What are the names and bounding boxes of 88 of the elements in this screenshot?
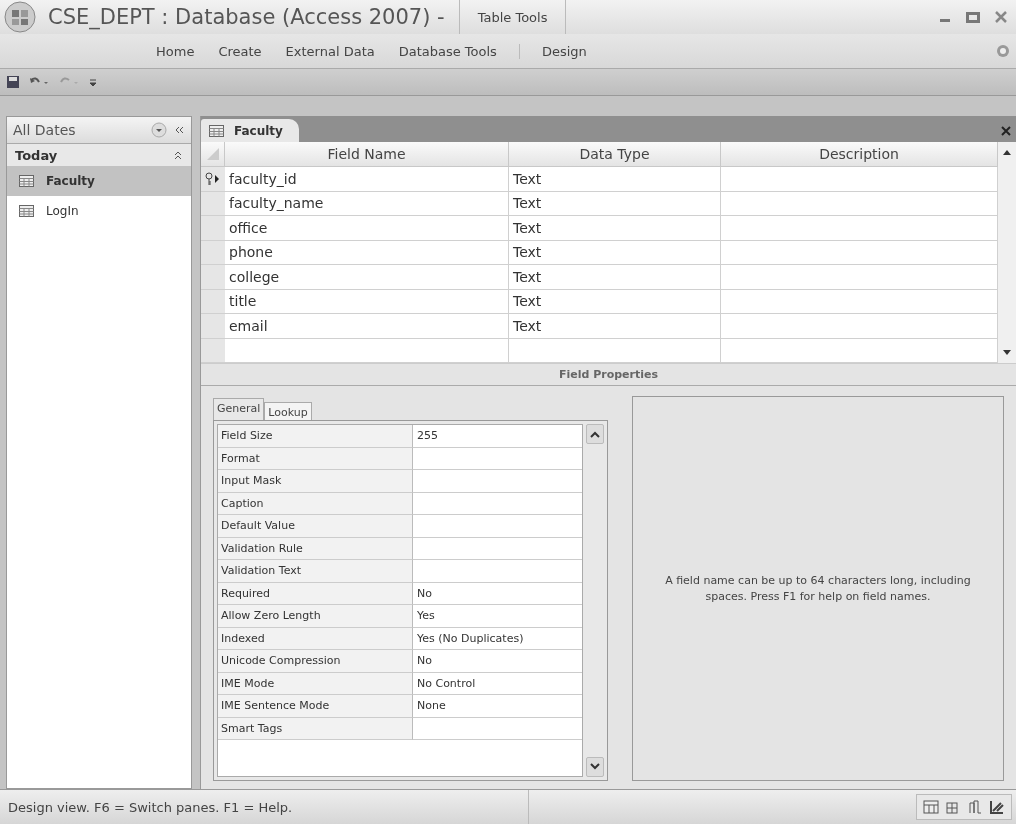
column-header: Description	[721, 142, 998, 167]
help-text: A field name can be up to 64 characters long, including spaces. Press F1 for help on field names.	[664, 573, 972, 604]
field-name-cell[interactable]: faculty_id	[225, 167, 509, 192]
description-cell[interactable]	[721, 289, 998, 314]
dropdown-icon[interactable]	[151, 122, 167, 138]
ribbon-tab[interactable]: Create	[206, 43, 274, 59]
description-cell[interactable]	[721, 240, 998, 265]
field-name-cell[interactable]: faculty_name	[225, 191, 509, 216]
description-cell[interactable]	[721, 265, 998, 290]
description-cell[interactable]	[721, 314, 998, 339]
up-chevron-icon	[590, 430, 600, 438]
property-name: Default Value	[218, 515, 413, 538]
design-view-icon[interactable]	[989, 799, 1005, 815]
nav-group-header[interactable]: Today	[7, 144, 191, 166]
data-type-cell[interactable]: Text	[509, 167, 721, 192]
property-name: Indexed	[218, 627, 413, 650]
ribbon-tab[interactable]: Design	[518, 43, 609, 59]
field-name-cell[interactable]: college	[225, 265, 509, 290]
property-value-field[interactable]: Yes	[413, 605, 582, 628]
property-name: Format	[218, 447, 413, 470]
select-all-icon	[206, 148, 219, 160]
section-title: Field Properties	[201, 363, 1016, 386]
column-header: Data Type	[509, 142, 721, 167]
property-value-field[interactable]: Yes (No Duplicates)	[413, 627, 582, 650]
data-type-cell[interactable]: Text	[509, 191, 721, 216]
property-value-field[interactable]: 255	[413, 425, 582, 448]
window-title: CSE_DEPT : Database (Access 2007) -	[48, 5, 445, 29]
property-value-field[interactable]: No	[413, 582, 582, 605]
datasheet-view-icon[interactable]	[923, 799, 939, 815]
field-name-cell[interactable]: title	[225, 289, 509, 314]
property-value-field[interactable]: None	[413, 695, 582, 718]
field-name-cell[interactable]: email	[225, 314, 509, 339]
data-type-cell[interactable]: Text	[509, 314, 721, 339]
ribbon-tab[interactable]: Database Tools	[386, 43, 509, 59]
pivot-table-icon[interactable]	[945, 799, 961, 815]
property-name: Input Mask	[218, 470, 413, 493]
scrollbar[interactable]	[998, 142, 1016, 363]
table-icon	[19, 205, 34, 217]
description-cell[interactable]	[721, 191, 998, 216]
property-name: IME Sentence Mode	[218, 695, 413, 718]
key-arrow-icon	[205, 171, 221, 186]
scroll-up-icon	[1002, 148, 1012, 156]
nav-item[interactable]: LogIn	[7, 196, 191, 226]
properties-tab[interactable]: General	[213, 398, 265, 420]
row-selector[interactable]	[201, 167, 225, 192]
scroll-down-icon	[1002, 349, 1012, 357]
field-name-cell[interactable]: office	[225, 216, 509, 241]
pivot-chart-icon[interactable]	[967, 799, 983, 815]
nav-group-label: Today	[15, 147, 58, 163]
ribbon-tab[interactable]: Home	[144, 43, 207, 59]
property-name: Caption	[218, 492, 413, 515]
property-name: Unicode Compression	[218, 650, 413, 673]
chevron-icon[interactable]	[173, 149, 183, 161]
properties-tab[interactable]: Lookup	[264, 402, 312, 420]
field-name-cell[interactable]: phone	[225, 240, 509, 265]
empty-cell[interactable]	[721, 338, 998, 363]
column-header: Field Name	[225, 142, 509, 167]
description-cell[interactable]	[721, 216, 998, 241]
property-name: Validation Text	[218, 560, 413, 583]
nav-pane-title: All Dates	[13, 122, 77, 138]
data-type-cell[interactable]: Text	[509, 265, 721, 290]
data-type-cell[interactable]: Text	[509, 240, 721, 265]
property-name: Field Size	[218, 425, 413, 448]
description-cell[interactable]	[721, 167, 998, 192]
down-chevron-icon	[590, 763, 600, 771]
maximize-icon[interactable]	[966, 10, 980, 24]
property-name: Required	[218, 582, 413, 605]
property-value-field[interactable]: No Control	[413, 672, 582, 695]
save-icon[interactable]	[6, 75, 20, 89]
empty-cell[interactable]	[509, 338, 721, 363]
scroll-up-button[interactable]	[586, 424, 604, 444]
table-icon	[209, 124, 224, 137]
document-tab[interactable]: Faculty	[201, 119, 299, 142]
data-type-cell[interactable]: Text	[509, 289, 721, 314]
nav-item[interactable]: Faculty	[7, 166, 191, 196]
property-name: Allow Zero Length	[218, 605, 413, 628]
scroll-down-button[interactable]	[586, 757, 604, 777]
table-icon	[19, 175, 34, 187]
data-type-cell[interactable]: Text	[509, 216, 721, 241]
contextual-group-label: Table Tools	[477, 9, 548, 25]
close-icon[interactable]	[994, 10, 1008, 24]
property-name: Smart Tags	[218, 717, 413, 740]
property-name: IME Mode	[218, 672, 413, 695]
ribbon-tab[interactable]: External Data	[273, 43, 387, 59]
help-icon[interactable]	[996, 44, 1010, 58]
property-name: Validation Rule	[218, 537, 413, 560]
property-value-field[interactable]: No	[413, 650, 582, 673]
status-text: Design view. F6 = Switch panes. F1 = Help.	[0, 790, 529, 824]
